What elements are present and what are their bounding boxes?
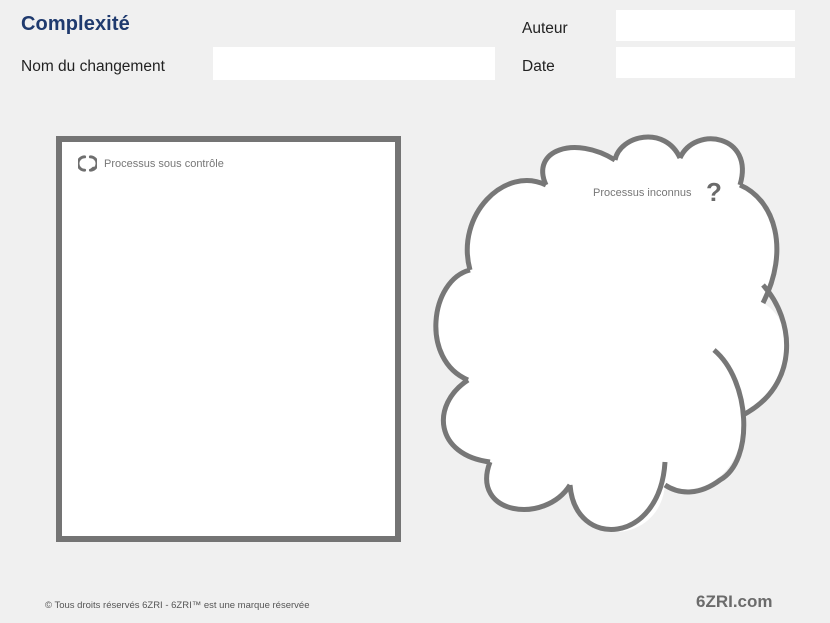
copyright-notice: © Tous droits réservés 6ZRI - 6ZRI™ est … <box>45 600 310 611</box>
question-icon: ? <box>706 177 722 207</box>
unknown-process-cloud <box>433 134 790 532</box>
brand-logo: 6ZRI.com <box>696 592 773 611</box>
unknown-process-label: Processus inconnus <box>593 187 692 199</box>
